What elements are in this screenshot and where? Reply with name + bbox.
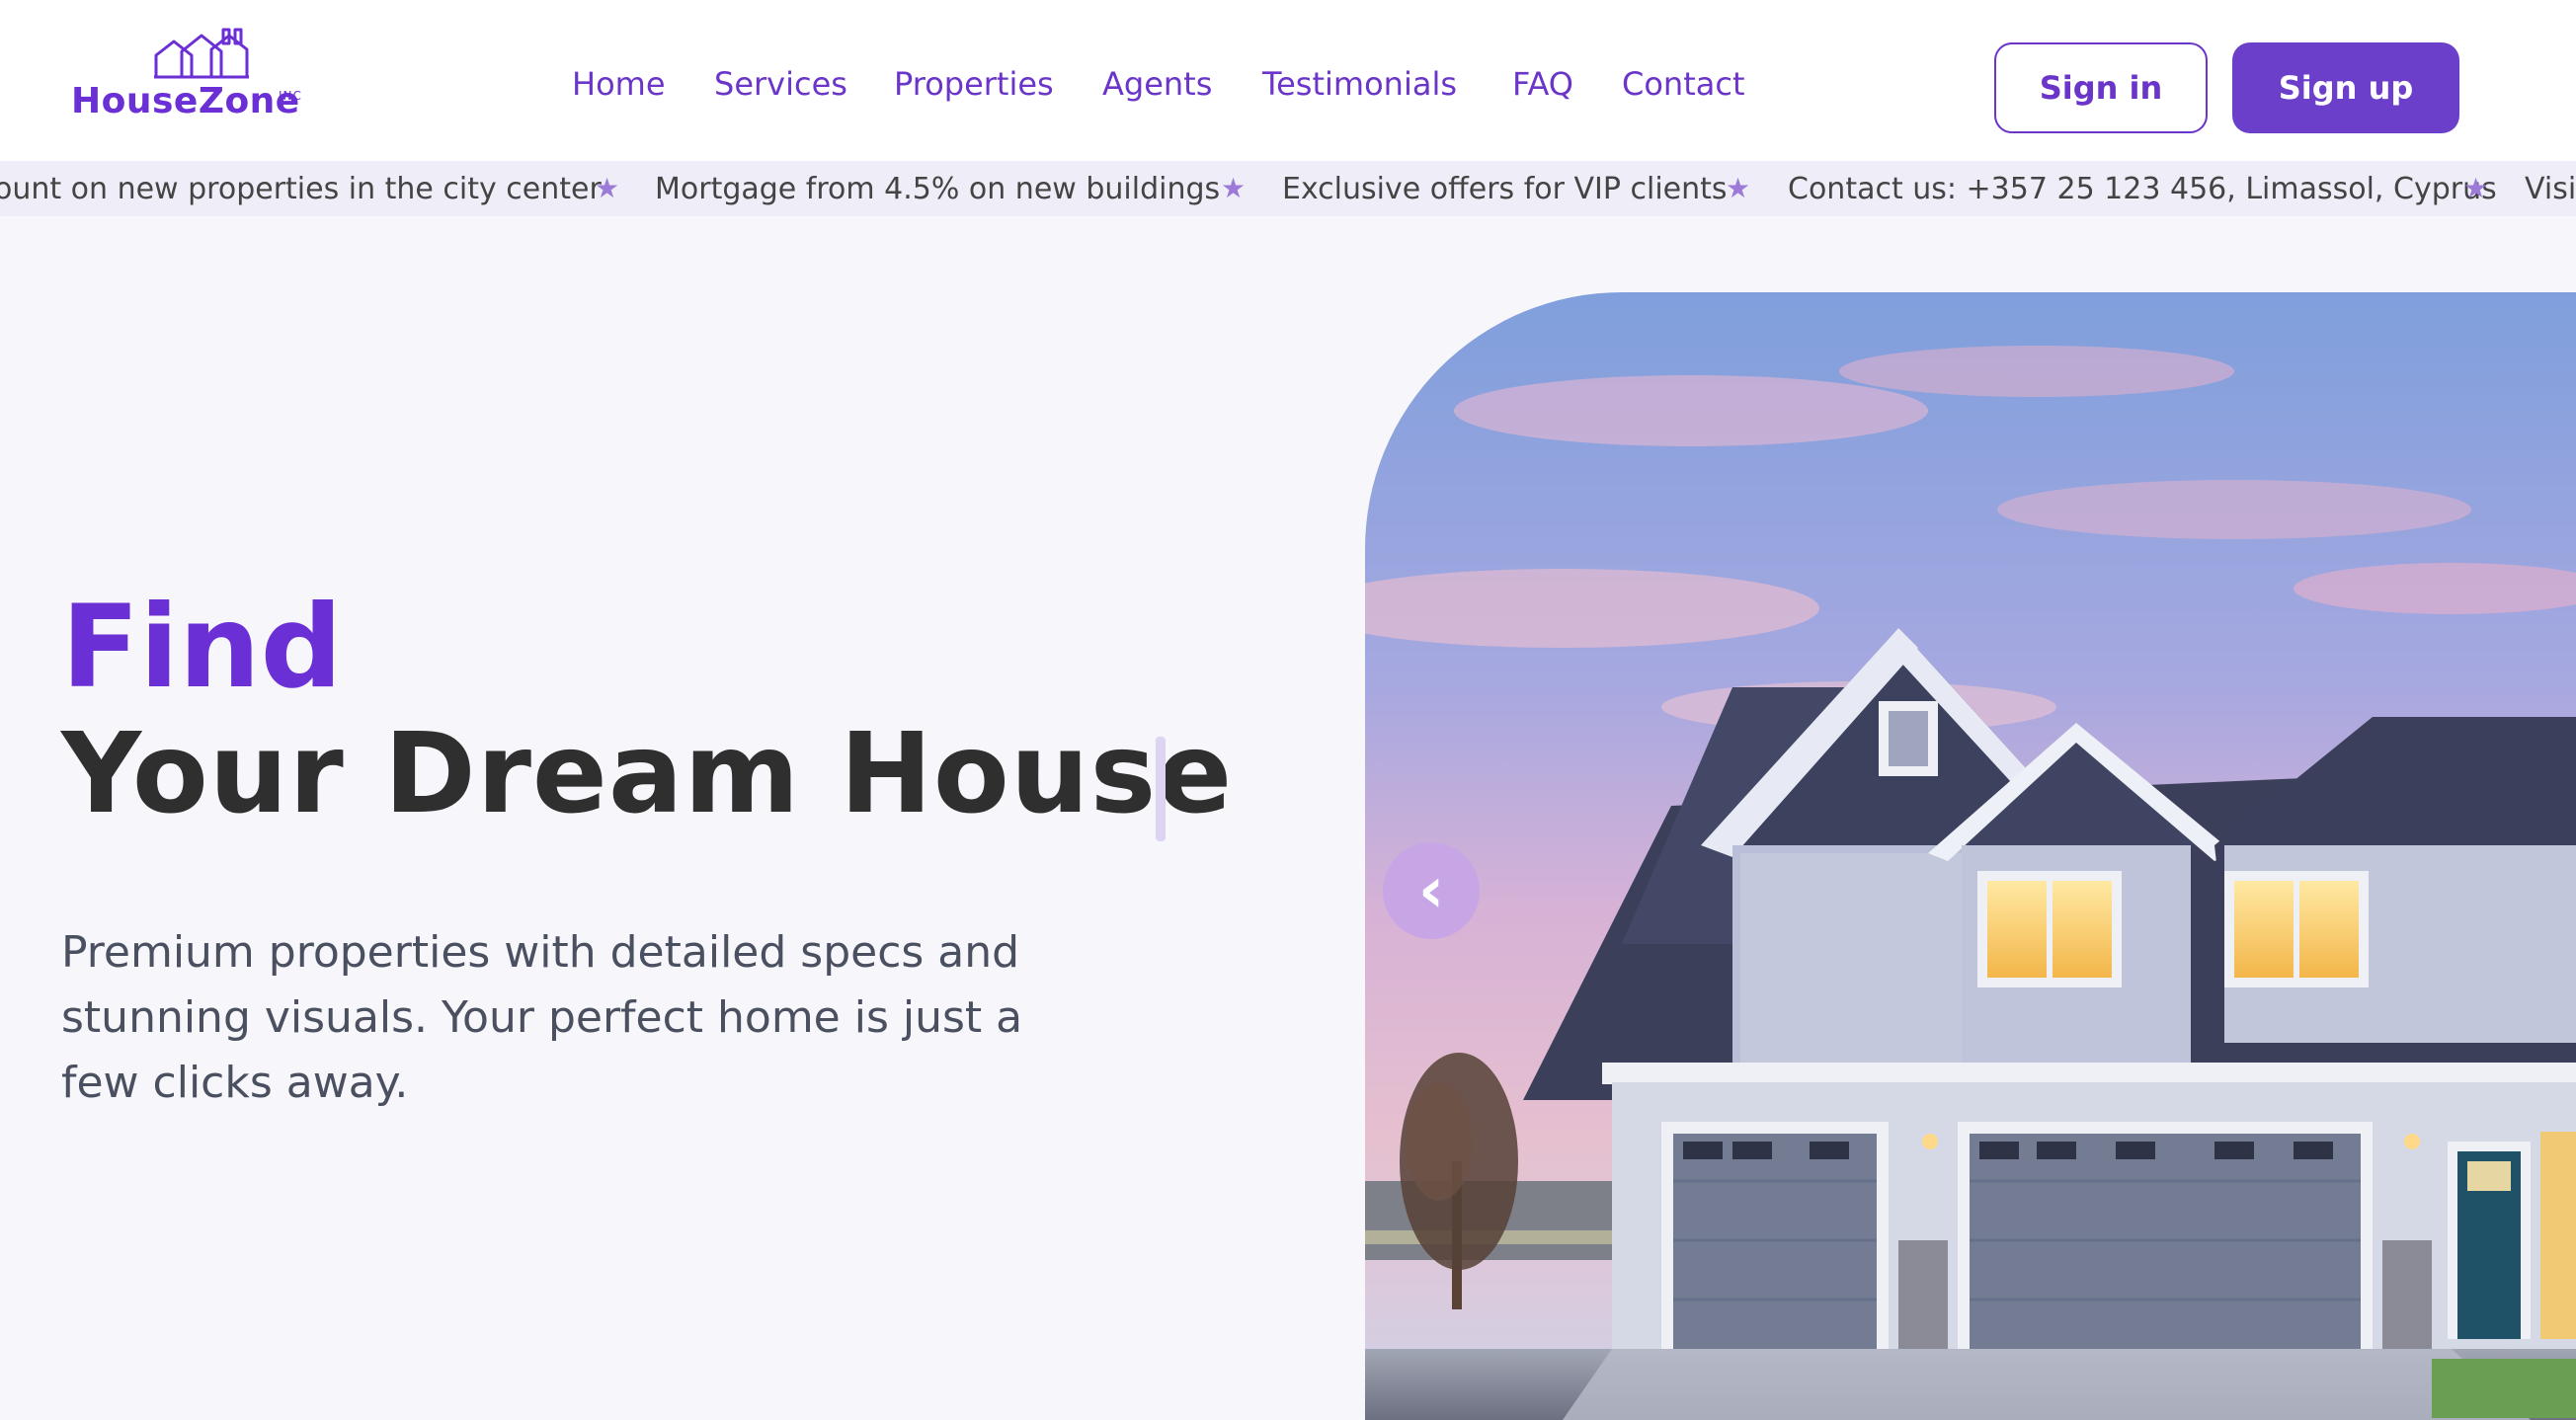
- sign-up-button[interactable]: Sign up: [2232, 42, 2459, 133]
- nav-faq[interactable]: FAQ: [1512, 65, 1573, 103]
- typing-cursor: [1156, 737, 1166, 841]
- sign-in-button[interactable]: Sign in: [1994, 42, 2208, 133]
- nav-contact[interactable]: Contact: [1622, 65, 1745, 103]
- hero-image: [1365, 292, 2576, 1420]
- page: HouseZone INC Home Services Properties A…: [0, 0, 2576, 1420]
- chevron-left-icon: ‹: [1417, 854, 1445, 927]
- brand-suffix: INC: [279, 89, 302, 103]
- ticker-item: Visit: [2525, 172, 2576, 206]
- hero-title-accent: Find: [61, 581, 343, 714]
- house-logo-icon: [154, 28, 249, 79]
- announcement-ticker: ount on new properties in the city cente…: [0, 161, 2576, 216]
- ticker-item: Contact us: +357 25 123 456, Limassol, C…: [1788, 172, 2497, 206]
- hero-title: Your Dream House: [61, 710, 1234, 838]
- hero-description: Premium properties with detailed specs a…: [61, 927, 1023, 1108]
- star-icon: ★: [1221, 172, 1247, 204]
- house-illustration: [1365, 292, 2576, 1420]
- brand-name: HouseZone: [71, 81, 300, 121]
- brand-logo[interactable]: HouseZone INC: [71, 28, 318, 126]
- nav-testimonials[interactable]: Testimonials: [1262, 65, 1457, 103]
- star-icon: ★: [595, 172, 620, 204]
- ticker-item: Exclusive offers for VIP clients: [1282, 172, 1728, 206]
- star-icon: ★: [1726, 172, 1751, 204]
- nav-properties[interactable]: Properties: [894, 65, 1054, 103]
- site-header: HouseZone INC Home Services Properties A…: [0, 0, 2576, 161]
- nav-agents[interactable]: Agents: [1102, 65, 1212, 103]
- nav-services[interactable]: Services: [714, 65, 847, 103]
- ticker-item: Mortgage from 4.5% on new buildings: [655, 172, 1221, 206]
- ticker-item: ount on new properties in the city cente…: [0, 172, 602, 206]
- nav-home[interactable]: Home: [572, 65, 666, 103]
- slider-prev-button[interactable]: ‹: [1383, 842, 1480, 939]
- star-icon: ★: [2463, 172, 2489, 204]
